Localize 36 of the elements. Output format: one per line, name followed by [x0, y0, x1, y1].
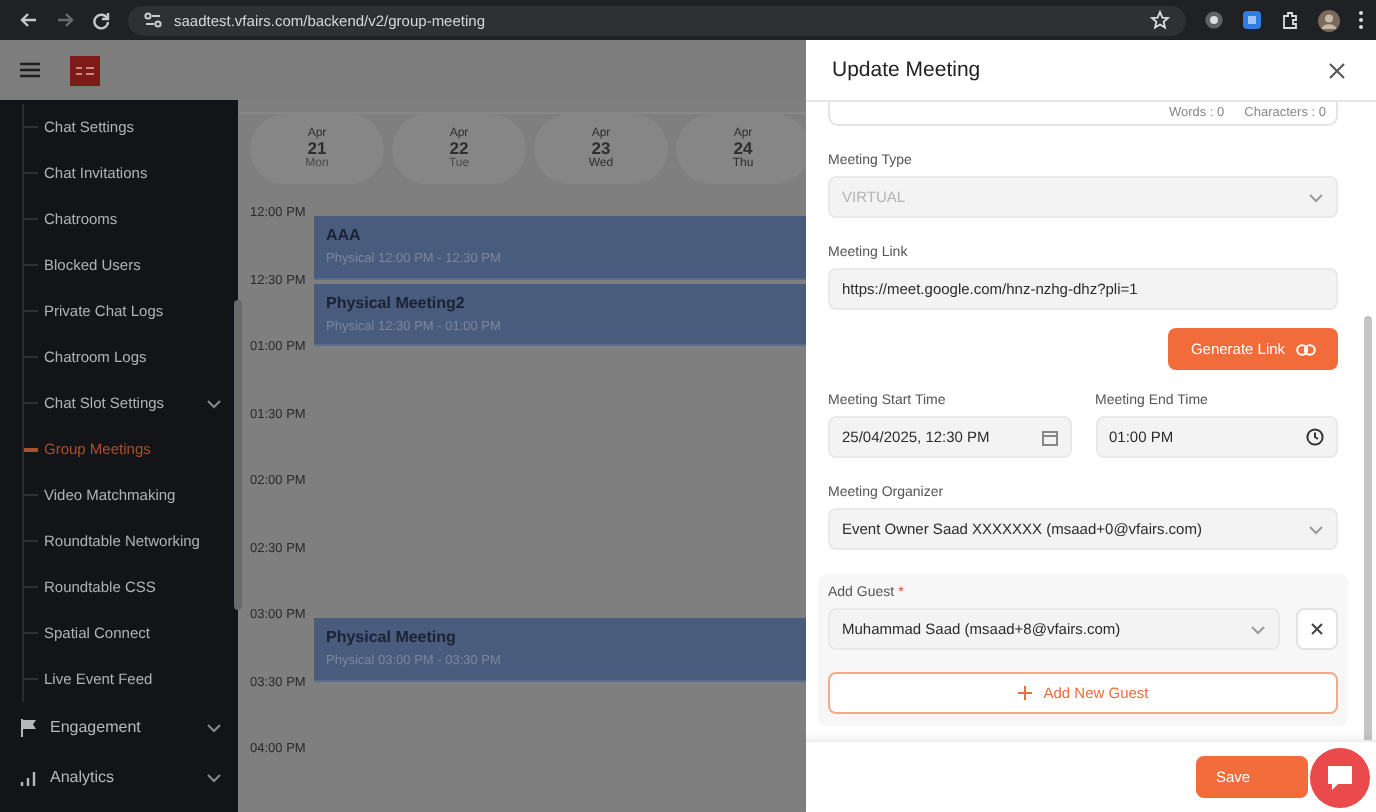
event-title: Physical Meeting [326, 628, 458, 647]
profile-avatar-icon[interactable] [1318, 9, 1340, 31]
logo-icon [70, 55, 100, 85]
reload-icon[interactable] [92, 11, 110, 29]
event-title: Physical Meeting2 [326, 293, 467, 312]
extension-badge-icon[interactable] [1242, 10, 1262, 30]
plus-icon [1017, 686, 1032, 700]
menu-icon[interactable] [20, 62, 40, 78]
panel-title: Update Meeting [832, 58, 981, 82]
record-icon[interactable] [1204, 10, 1224, 30]
chevron-down-icon[interactable] [206, 771, 222, 783]
star-icon[interactable] [1150, 10, 1170, 30]
site-settings-icon[interactable] [144, 12, 162, 28]
more-options-icon[interactable] [1358, 10, 1364, 30]
chevron-down-icon [1308, 523, 1324, 535]
close-icon [1310, 622, 1324, 636]
bar-chart-icon [20, 767, 38, 787]
flag-icon [20, 717, 38, 737]
chevron-down-icon[interactable] [206, 397, 222, 409]
chevron-down-icon[interactable] [206, 721, 222, 733]
close-icon[interactable] [1328, 61, 1346, 79]
puzzle-icon[interactable] [1280, 10, 1300, 30]
sidebar-section[interactable]: Analytics [0, 752, 238, 802]
event-title: AAA [326, 226, 363, 245]
sidebar-section[interactable]: Engagement [0, 702, 238, 752]
remove-guest-button[interactable] [1296, 608, 1338, 650]
forward-arrow-icon [56, 12, 74, 28]
scrollbar-thumb[interactable] [234, 300, 242, 610]
chevron-down-icon [1250, 623, 1266, 635]
chevron-down-icon [1308, 191, 1324, 203]
clock-icon [1306, 428, 1324, 446]
link-icon [1295, 343, 1316, 355]
scrollbar-thumb[interactable] [1364, 316, 1372, 740]
back-arrow-icon[interactable] [20, 12, 38, 28]
calendar-icon [1041, 429, 1057, 445]
chat-bubble-icon[interactable] [1310, 748, 1370, 808]
